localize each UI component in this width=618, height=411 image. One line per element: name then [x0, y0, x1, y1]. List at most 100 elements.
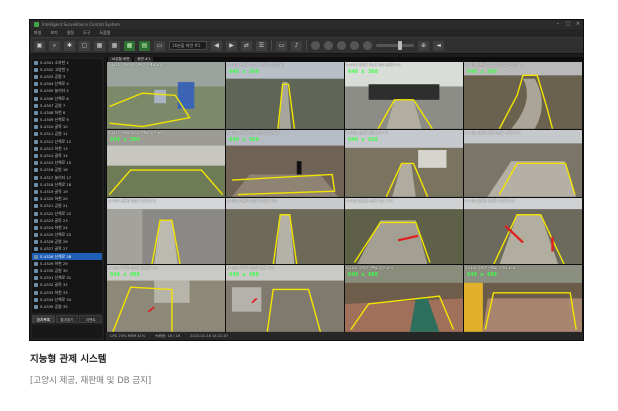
rewind-icon[interactable] [311, 41, 320, 50]
list-icon[interactable]: ☰ [256, 40, 267, 51]
camera-tile[interactable]: S-4467 주택가 산책로 입구 #15 640 x 480 [345, 265, 463, 332]
device-tree-item[interactable]: S-4305 놀이터 5 [32, 88, 102, 95]
device-tree-item[interactable]: S-4317 놀이터 17 [32, 174, 102, 181]
layout-custom-icon[interactable]: ▤ [139, 40, 150, 51]
play-icon[interactable] [337, 41, 346, 50]
device-tree-item[interactable]: S-4331 산책로 31 [32, 275, 102, 282]
menu-item-file[interactable]: 파일 [34, 30, 41, 36]
camera-label: S-4459 산책로 공원 입구 #7 [346, 130, 388, 135]
camera-device-icon [34, 168, 38, 173]
camera-device-icon [34, 297, 38, 302]
device-tree-item[interactable]: S-4335 공원 35 [32, 303, 102, 310]
pause-icon[interactable] [324, 41, 333, 50]
camera-tile[interactable]: S-4463 골목길 산책로 입구 #11 [345, 197, 463, 265]
device-tree-item[interactable]: S-4314 골목 14 [32, 152, 102, 159]
close-icon[interactable]: × [573, 20, 583, 29]
device-tree-item[interactable]: S-4330 공원 30 [32, 267, 102, 274]
camera-resolution: 640 x 480 [229, 272, 259, 279]
menu-item-settings[interactable]: 설정 [67, 30, 74, 36]
device-tree-item[interactable]: S-4312 산책로 12 [32, 138, 102, 145]
device-tree-item[interactable]: S-4326 공원 26 [32, 239, 102, 246]
layout-select[interactable]: 16분할 화면 #1 [169, 41, 207, 50]
volume-slider[interactable] [376, 41, 414, 50]
status-bar: CPU 23% MEM 41% 녹화중: 16 / 16 2023-01-18 … [106, 332, 583, 340]
device-tree-item[interactable]: S-4316 공원 16 [32, 167, 102, 174]
device-tree-item[interactable]: S-4320 하천 20 [32, 196, 102, 203]
device-tree-label: S-4319 골목 19 [40, 188, 68, 194]
camera-tile[interactable]: S-4456 산책로 제4교 진입로 사거리 #4 640 x 360 [464, 62, 582, 129]
camera-tile[interactable]: S-4453 인테리어 12층 앞 산책로 #1 [107, 62, 225, 129]
device-tree-item[interactable]: S-4313 하천 13 [32, 145, 102, 152]
device-tree-item[interactable]: S-4328 산책로 28 [32, 253, 102, 261]
device-tree-label: S-4334 산책로 34 [40, 296, 72, 302]
camera-device-icon [34, 204, 38, 209]
layout-1x1-icon[interactable]: ▢ [79, 40, 90, 51]
forward-icon[interactable] [363, 41, 372, 50]
camera-tile[interactable]: S-4460 산책로 공원 진입로 사거리 #8 [464, 129, 582, 197]
device-tree-item[interactable]: S-4332 골목 32 [32, 282, 102, 289]
layout-wide-icon[interactable]: ▭ [154, 40, 165, 51]
device-tree-item[interactable]: S-4334 산책로 34 [32, 296, 102, 303]
device-tree-label: S-4328 산책로 28 [40, 253, 72, 259]
device-tree-item[interactable]: S-4303 공원 3 [32, 73, 102, 80]
device-tree-item[interactable]: S-4329 하천 29 [32, 260, 102, 267]
device-tree-item[interactable]: S-4318 산책로 18 [32, 181, 102, 188]
menu-item-tools[interactable]: 도구 [83, 30, 90, 36]
layout-3x3-icon[interactable]: ▦ [109, 40, 120, 51]
tab-events[interactable]: 이벤트 [79, 315, 103, 323]
menu-item-view[interactable]: 보기 [50, 30, 57, 36]
camera-tile[interactable]: S-4461 골목길 연결로 사거리 #9 [107, 197, 225, 265]
device-tree-item[interactable]: S-4324 하천 24 [32, 224, 102, 231]
camera-icon[interactable]: ▣ [34, 40, 45, 51]
device-tree-item[interactable]: S-4315 산책로 15 [32, 160, 102, 167]
device-tree-item[interactable]: S-4327 골목 27 [32, 246, 102, 253]
monitor-icon[interactable]: ▭ [276, 40, 287, 51]
sequence-icon[interactable]: ⇄ [241, 40, 252, 51]
device-tree-item[interactable]: S-4304 산책로 4 [32, 81, 102, 88]
camera-device-icon [34, 132, 38, 137]
tab-favorites[interactable]: 즐겨찾기 [55, 315, 79, 323]
device-tree-item[interactable]: S-4321 공원 21 [32, 203, 102, 210]
zoom-icon[interactable]: ⊕ [418, 40, 429, 51]
layout-2x2-icon[interactable]: ▦ [94, 40, 105, 51]
camera-tile[interactable]: S-4468 주택가 산책로 사거리 #16 640 x 480 [464, 265, 582, 332]
search-icon[interactable]: ⌕ [49, 40, 60, 51]
device-tree-item[interactable]: S-4322 산책로 22 [32, 210, 102, 217]
device-tree-item[interactable]: S-4302 고양천 2 [32, 66, 102, 73]
prev-page-icon[interactable]: ◀ [211, 40, 222, 51]
minimize-icon[interactable]: – [553, 20, 563, 29]
camera-tile[interactable]: S-4466 주택가 연결로 골목 #14 640 x 480 [226, 265, 344, 332]
layout-4x4-icon[interactable]: ▦ [124, 40, 135, 51]
stop-icon[interactable] [350, 41, 359, 50]
device-tree-item[interactable]: S-4319 골목 19 [32, 188, 102, 195]
device-tree-item[interactable]: S-4307 공원 7 [32, 102, 102, 109]
volume-slider-knob[interactable] [398, 41, 403, 50]
camera-tile[interactable]: S-4457 산책로 제5교 산책로 입구 #5 640 x 360 [107, 129, 225, 197]
device-tree-label: S-4307 공원 7 [40, 102, 66, 108]
device-tree-item[interactable]: S-4311 공원 11 [32, 131, 102, 138]
device-tree[interactable]: S-4301 소하천 1 S-4302 고양천 2 S-4303 공원 3 S-430… [32, 59, 102, 313]
device-tree-item[interactable]: S-4333 하천 33 [32, 289, 102, 296]
device-tree-item[interactable]: S-4308 하천 8 [32, 109, 102, 116]
camera-tile[interactable]: S-4462 골목길 연결로 산책로 #10 [226, 197, 344, 265]
camera-tile[interactable]: S-4459 산책로 공원 입구 #7 640 x 360 [345, 129, 463, 197]
device-tree-item[interactable]: S-4306 산책로 6 [32, 95, 102, 102]
device-tree-item[interactable]: S-4310 골목 10 [32, 124, 102, 131]
camera-tile[interactable]: S-4455 산책로 제3교 하부 산책로 #3 640 x 360 [345, 62, 463, 129]
gear-icon[interactable]: ✱ [64, 40, 75, 51]
device-tree-item[interactable]: S-4301 소하천 1 [32, 59, 102, 66]
microphone-icon[interactable]: ♪ [291, 40, 302, 51]
device-tree-item[interactable]: S-4323 골목 23 [32, 217, 102, 224]
camera-tile[interactable]: S-4458 산책로 공원 진입로 입구 #6 640 x 360 [226, 129, 344, 197]
camera-label: S-4466 주택가 연결로 골목 #14 [227, 266, 275, 271]
speaker-icon[interactable]: ◄ [433, 40, 444, 51]
device-tree-item[interactable]: S-4309 산책로 9 [32, 117, 102, 124]
camera-tile[interactable]: S-4464 골목길 산책로 사거리 #12 [464, 197, 582, 265]
camera-tile[interactable]: S-4465 주택가 연결로 산책로 #13 640 x 480 [107, 265, 225, 332]
maximize-icon[interactable]: □ [563, 20, 573, 29]
menu-item-help[interactable]: 도움말 [100, 30, 111, 36]
next-page-icon[interactable]: ▶ [226, 40, 237, 51]
tab-device-list[interactable]: 장치목록 [32, 315, 55, 323]
device-tree-item[interactable]: S-4325 산책로 25 [32, 232, 102, 239]
camera-tile[interactable]: S-4454 산책로 제2교 진입로 사거리 #2 640 x 360 [226, 62, 344, 129]
